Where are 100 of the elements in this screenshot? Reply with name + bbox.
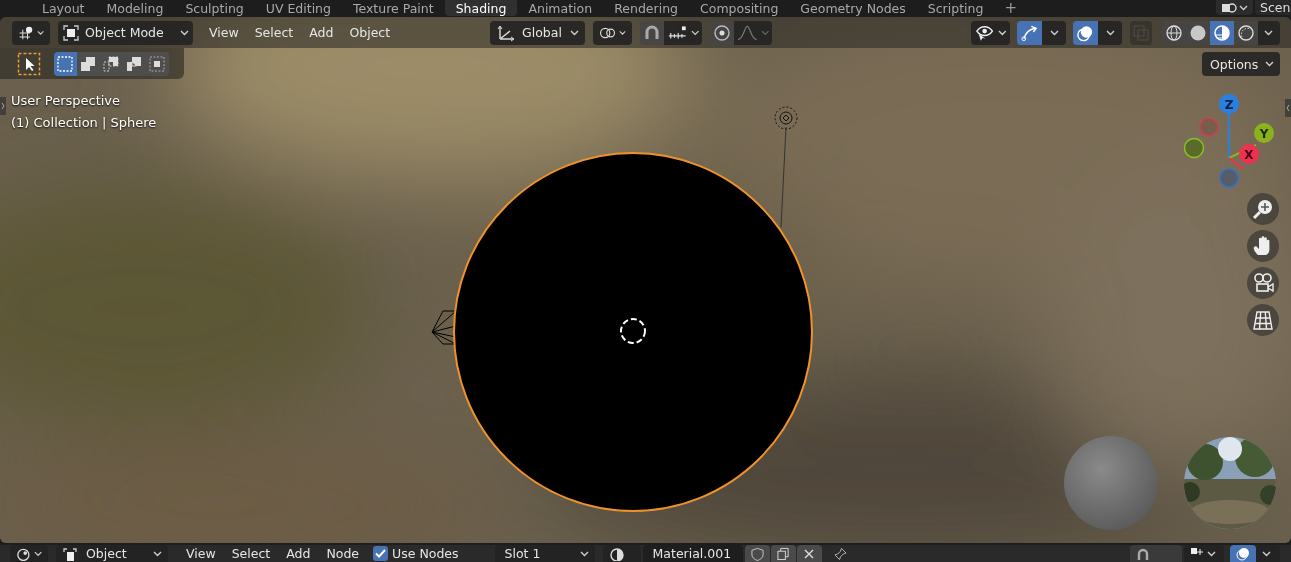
expand-button[interactable] [0, 97, 6, 115]
menu-item[interactable]: View [178, 545, 224, 562]
workspace-tab[interactable]: Compositing [689, 0, 790, 16]
dropdown-button[interactable] [1258, 20, 1280, 45]
shader-icon [16, 546, 31, 561]
editor-type-button[interactable] [12, 20, 50, 45]
shield-icon [750, 546, 764, 561]
gizmo-icon [1020, 23, 1039, 42]
shading-button[interactable] [1186, 20, 1210, 45]
scene-icon [1221, 1, 1237, 14]
select-mode-button[interactable] [146, 51, 169, 76]
axis-handle[interactable] [1183, 137, 1205, 159]
fake-user-button[interactable] [744, 545, 770, 562]
menu-item[interactable]: Add [301, 20, 342, 45]
object-icon [62, 546, 78, 561]
snap-dropdown[interactable] [664, 20, 702, 45]
overlays-icon [1236, 546, 1250, 561]
options-dropdown[interactable]: Options [1202, 52, 1280, 76]
select-mode-button[interactable] [77, 51, 100, 76]
use-nodes-checkbox[interactable]: Use Nodes [373, 545, 459, 562]
overlays-toggle[interactable] [1073, 20, 1098, 45]
magnet-icon [1136, 546, 1150, 561]
menu-item[interactable]: Select [246, 20, 302, 45]
orientation-dropdown[interactable]: Global [490, 20, 585, 45]
caret-icon [180, 29, 189, 36]
caret-icon [1207, 550, 1216, 557]
scene-field[interactable]: Scen [1255, 0, 1291, 15]
workspace-tab[interactable]: UV Editing [254, 0, 342, 16]
snap-toggle[interactable] [1130, 545, 1182, 562]
dropdown-button[interactable] [1256, 545, 1280, 562]
object-dropdown[interactable]: Object [56, 545, 168, 562]
tool-button[interactable] [17, 50, 43, 77]
material-browse-button[interactable] [602, 545, 641, 562]
zoom-icon [1252, 198, 1274, 220]
dashed-square-icon [56, 54, 74, 73]
gizmo-toggle[interactable] [1017, 20, 1042, 45]
workspace-tab[interactable]: Sculpting [174, 0, 255, 16]
overlays-toggle[interactable] [1230, 545, 1256, 562]
axis-handle[interactable]: Z [1219, 94, 1239, 114]
caret-icon [619, 29, 626, 36]
shading-button[interactable] [1234, 20, 1258, 45]
menu-item[interactable]: View [201, 20, 247, 45]
axis-handle[interactable]: Y [1254, 123, 1274, 143]
caret-icon [36, 29, 44, 36]
pin-icon [833, 546, 847, 561]
material-icon [608, 546, 625, 561]
axis-handle[interactable] [1199, 117, 1219, 137]
rendered-sphere-icon [1237, 23, 1255, 42]
curve-icon [737, 23, 758, 42]
caret-icon [33, 550, 42, 557]
grid-icon [1252, 309, 1274, 331]
slot-dropdown[interactable]: Slot 1 [494, 545, 595, 562]
workspace-tab[interactable]: Geometry Nodes [789, 0, 917, 16]
menu-item[interactable]: Node [318, 545, 368, 562]
material-name-field[interactable]: Material.001 [642, 545, 743, 562]
axes-icon [496, 23, 516, 42]
workspace-tab[interactable]: Shading [444, 0, 518, 16]
menu-item[interactable]: Object [341, 20, 399, 45]
snap-dropdown[interactable] [1184, 545, 1224, 562]
subtract-squares-icon [102, 54, 120, 73]
workspace-tab[interactable]: Texture Paint [341, 0, 445, 16]
axis-handle[interactable] [1219, 168, 1239, 188]
axis-handle[interactable]: X [1239, 144, 1259, 164]
editor-type-button[interactable] [10, 545, 48, 562]
menu-item[interactable]: Select [223, 545, 279, 562]
workspace-tab[interactable]: Scripting [916, 0, 995, 16]
caret-icon [1049, 29, 1059, 36]
falloff-dropdown[interactable] [734, 20, 772, 45]
workspace-tab[interactable]: Animation [517, 0, 604, 16]
material-sphere-icon [1213, 23, 1231, 42]
axis-line [1228, 112, 1257, 170]
caret-icon [570, 29, 579, 36]
add-workspace-button[interactable]: + [998, 0, 1023, 16]
unlink-button[interactable] [796, 545, 822, 562]
expand-button[interactable] [1285, 99, 1291, 117]
solid-sphere-icon [1189, 23, 1207, 42]
workspace-tab[interactable]: Modeling [95, 0, 175, 16]
globe-icon [1165, 23, 1183, 42]
dropdown-button[interactable] [1042, 20, 1066, 45]
workspace-tab[interactable]: Layout [31, 0, 96, 16]
shading-button[interactable] [1162, 20, 1186, 45]
duplicate-button[interactable] [770, 545, 796, 562]
caret-icon [690, 29, 699, 36]
proportional-toggle[interactable] [710, 20, 734, 45]
object-icon [62, 23, 80, 42]
caret-icon [1239, 4, 1248, 11]
snap-toggle[interactable] [640, 20, 664, 45]
union-squares-icon [79, 54, 97, 73]
select-tool-icon [17, 51, 41, 76]
visibility-dropdown[interactable] [971, 20, 1010, 45]
eye-icon [974, 23, 996, 42]
workspace-tab[interactable]: Rendering [603, 0, 689, 16]
dropdown-button[interactable] [1098, 20, 1122, 45]
pivot-dropdown[interactable] [593, 20, 632, 45]
menu-item[interactable]: Add [278, 545, 319, 562]
scene-button[interactable] [1216, 0, 1253, 15]
select-mode-button[interactable] [54, 51, 77, 76]
shading-button[interactable] [1210, 20, 1234, 45]
mode-dropdown[interactable]: Object Mode [58, 20, 193, 45]
close-icon [802, 547, 815, 560]
